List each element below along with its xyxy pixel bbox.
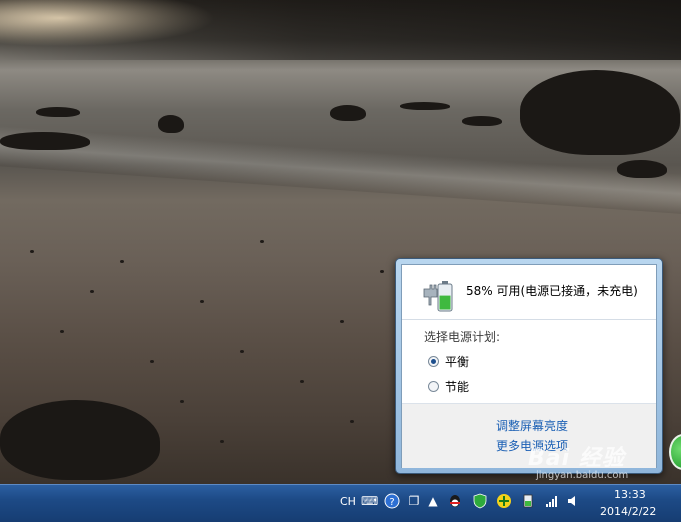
wallpaper-rock	[330, 105, 366, 121]
power-flyout-body: 58% 可用(电源已接通，未充电) 选择电源计划: 平衡 节能 调整屏幕亮度 更…	[401, 264, 657, 468]
network-icon[interactable]	[544, 493, 560, 509]
plan-power-saver-radio[interactable]	[428, 381, 439, 392]
plan-balanced-radio[interactable]	[428, 356, 439, 367]
battery-status-text: 58% 可用(电源已接通，未充电)	[466, 284, 638, 298]
plus-app-icon[interactable]	[496, 493, 512, 509]
power-plan-caption: 选择电源计划:	[424, 330, 501, 344]
power-icon[interactable]	[520, 493, 536, 509]
show-hidden-icons-arrow[interactable]: ▲	[425, 493, 441, 509]
wallpaper-sky	[0, 0, 681, 60]
watermark-url: jingyan.baidu.com	[536, 470, 629, 481]
clock-time[interactable]: 13:33	[614, 488, 646, 501]
wallpaper-rock	[0, 132, 90, 150]
wallpaper-rock	[462, 116, 502, 126]
wallpaper-rock	[158, 115, 184, 133]
plan-balanced-label: 平衡	[445, 355, 470, 369]
battery-status-row: 58% 可用(电源已接通，未充电)	[402, 265, 656, 317]
plan-option-power-saver[interactable]: 节能	[428, 378, 469, 395]
qq-icon[interactable]	[447, 493, 463, 509]
volume-icon[interactable]	[566, 493, 582, 509]
adjust-brightness-link[interactable]: 调整屏幕亮度	[496, 417, 568, 434]
shield-icon[interactable]	[472, 493, 488, 509]
plan-power-saver-label: 节能	[445, 380, 470, 394]
wallpaper-rock	[400, 102, 450, 110]
plan-option-balanced[interactable]: 平衡	[428, 353, 469, 370]
wallpaper-rock	[617, 160, 667, 178]
input-language-indicator[interactable]: CH	[340, 495, 356, 508]
wallpaper-rock	[520, 70, 680, 155]
help-icon[interactable]: ?	[384, 493, 400, 509]
clock-date[interactable]: 2014/2/22	[600, 505, 656, 518]
wallpaper-rock	[36, 107, 80, 117]
svg-text:?: ?	[389, 497, 394, 508]
taskbar: CH ⌨ ? ❐ ▲ 13:33 2014/2/22	[0, 484, 681, 522]
baidu-jingyan-watermark: Bai 经验	[528, 446, 625, 471]
keyboard-icon[interactable]: ⌨	[361, 493, 378, 509]
divider	[402, 319, 656, 320]
battery-plugged-icon	[423, 281, 453, 312]
window-restore-icon[interactable]: ❐	[406, 493, 422, 509]
wallpaper-rock	[0, 400, 160, 480]
